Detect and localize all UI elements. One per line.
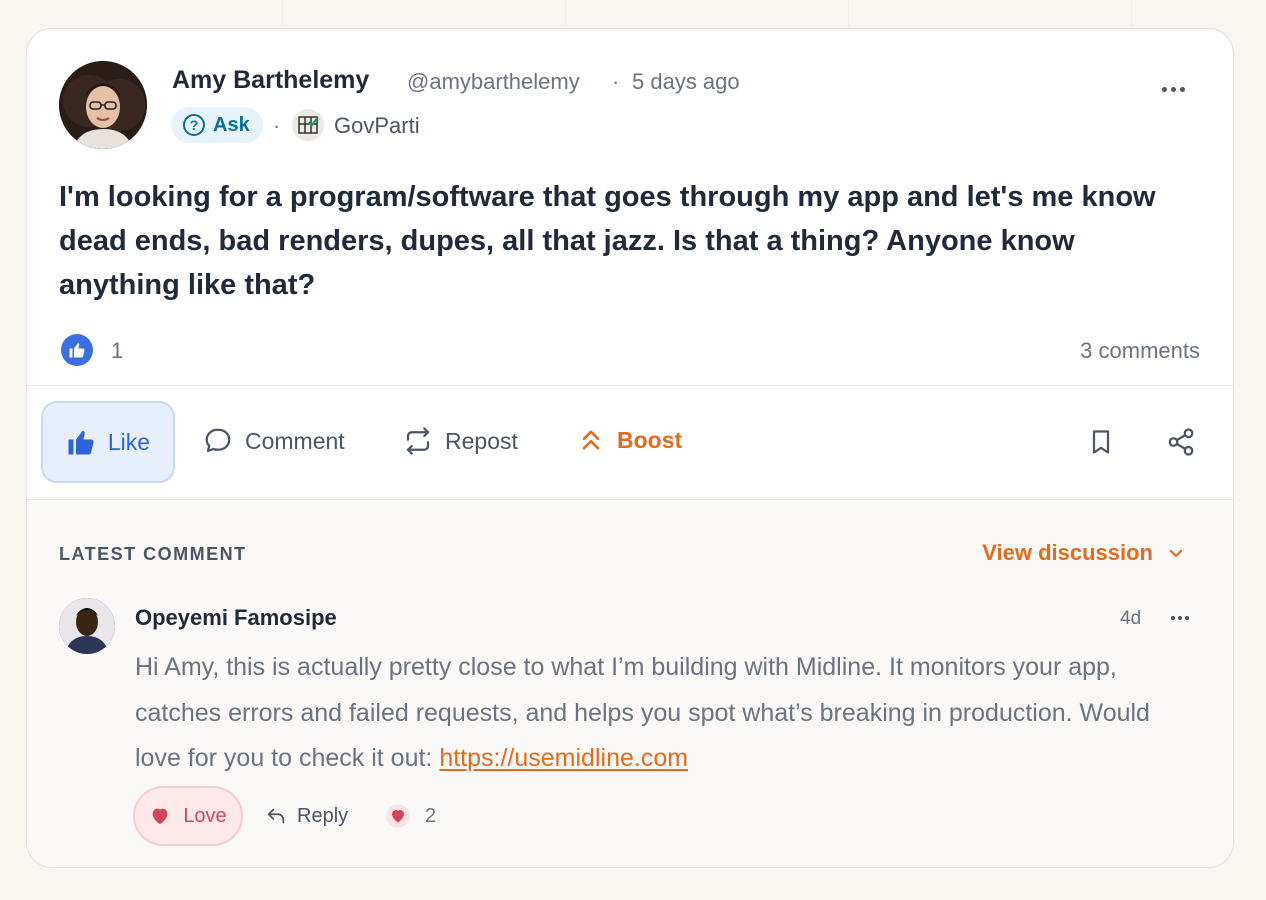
separator-dot: · xyxy=(612,69,620,94)
thumbs-up-icon[interactable] xyxy=(61,334,93,366)
comment-more-button[interactable] xyxy=(1165,606,1195,630)
ask-tag-label: Ask xyxy=(213,113,250,136)
more-dots-icon xyxy=(1161,86,1167,92)
comment-bubble-icon xyxy=(205,428,231,453)
comment-body: Hi Amy, this is actually pretty close to… xyxy=(135,645,1195,782)
background-grid xyxy=(0,0,1266,30)
like-count[interactable]: 1 xyxy=(111,338,123,364)
post-actions-bar: Like Comment Repost Boost xyxy=(27,386,1233,500)
boost-button[interactable]: Boost xyxy=(577,426,682,454)
love-count-value: 2 xyxy=(425,804,437,827)
post-body: I'm looking for a program/software that … xyxy=(59,181,1156,301)
thumbs-up-icon xyxy=(68,430,94,455)
repost-button[interactable]: Repost xyxy=(403,426,518,456)
like-label: Like xyxy=(107,428,151,455)
latest-comment-section: LATEST COMMENT View discussion Opeyemi F… xyxy=(27,500,1233,867)
ask-tag[interactable]: ? Ask xyxy=(171,107,263,143)
chevron-down-icon xyxy=(1169,549,1183,557)
author-name[interactable]: Amy Barthelemy xyxy=(172,66,369,95)
group-name[interactable]: GovParti xyxy=(334,113,420,139)
bookmark-button[interactable] xyxy=(1085,426,1117,458)
like-button[interactable]: Like xyxy=(41,401,175,483)
view-discussion-label: View discussion xyxy=(982,540,1153,565)
post-card: Amy Barthelemy @amybarthelemy · 5 days a… xyxy=(26,28,1234,868)
govparti-logo-icon[interactable] xyxy=(292,109,324,141)
separator-dot: · xyxy=(273,113,281,138)
question-icon: ? xyxy=(183,114,205,136)
repost-icon xyxy=(406,427,430,455)
comment-label: Comment xyxy=(245,427,345,454)
heart-icon xyxy=(152,808,168,825)
heart-icon xyxy=(386,804,410,828)
bookmark-icon xyxy=(1092,430,1110,454)
more-dots-icon xyxy=(1171,616,1175,620)
love-count[interactable]: 2 xyxy=(385,803,436,829)
comment-count[interactable]: 3 comments xyxy=(1080,338,1200,364)
reply-button[interactable]: Reply xyxy=(265,805,348,828)
repost-label: Repost xyxy=(445,427,518,454)
post-timestamp[interactable]: 5 days ago xyxy=(632,69,740,95)
reply-label: Reply xyxy=(297,805,349,827)
love-label: Love xyxy=(183,804,227,827)
comment-author-name[interactable]: Opeyemi Famosipe xyxy=(135,605,337,631)
share-icon xyxy=(1168,428,1194,456)
author-handle[interactable]: @amybarthelemy xyxy=(407,69,580,95)
view-discussion-button[interactable]: View discussion xyxy=(982,540,1185,566)
post-more-button[interactable] xyxy=(1155,75,1191,103)
comment-button[interactable]: Comment xyxy=(203,426,345,456)
love-button[interactable]: Love xyxy=(133,786,243,846)
author-avatar[interactable] xyxy=(59,61,147,149)
comment-author-avatar[interactable] xyxy=(59,598,115,654)
boost-chevrons-icon xyxy=(582,430,600,450)
latest-comment-label: LATEST COMMENT xyxy=(59,544,247,564)
boost-label: Boost xyxy=(617,426,683,453)
reply-arrow-icon xyxy=(267,808,285,823)
comment-timestamp[interactable]: 4d xyxy=(1120,608,1141,630)
comment-link[interactable]: https://usemidline.com xyxy=(439,744,688,772)
share-button[interactable] xyxy=(1165,426,1197,458)
